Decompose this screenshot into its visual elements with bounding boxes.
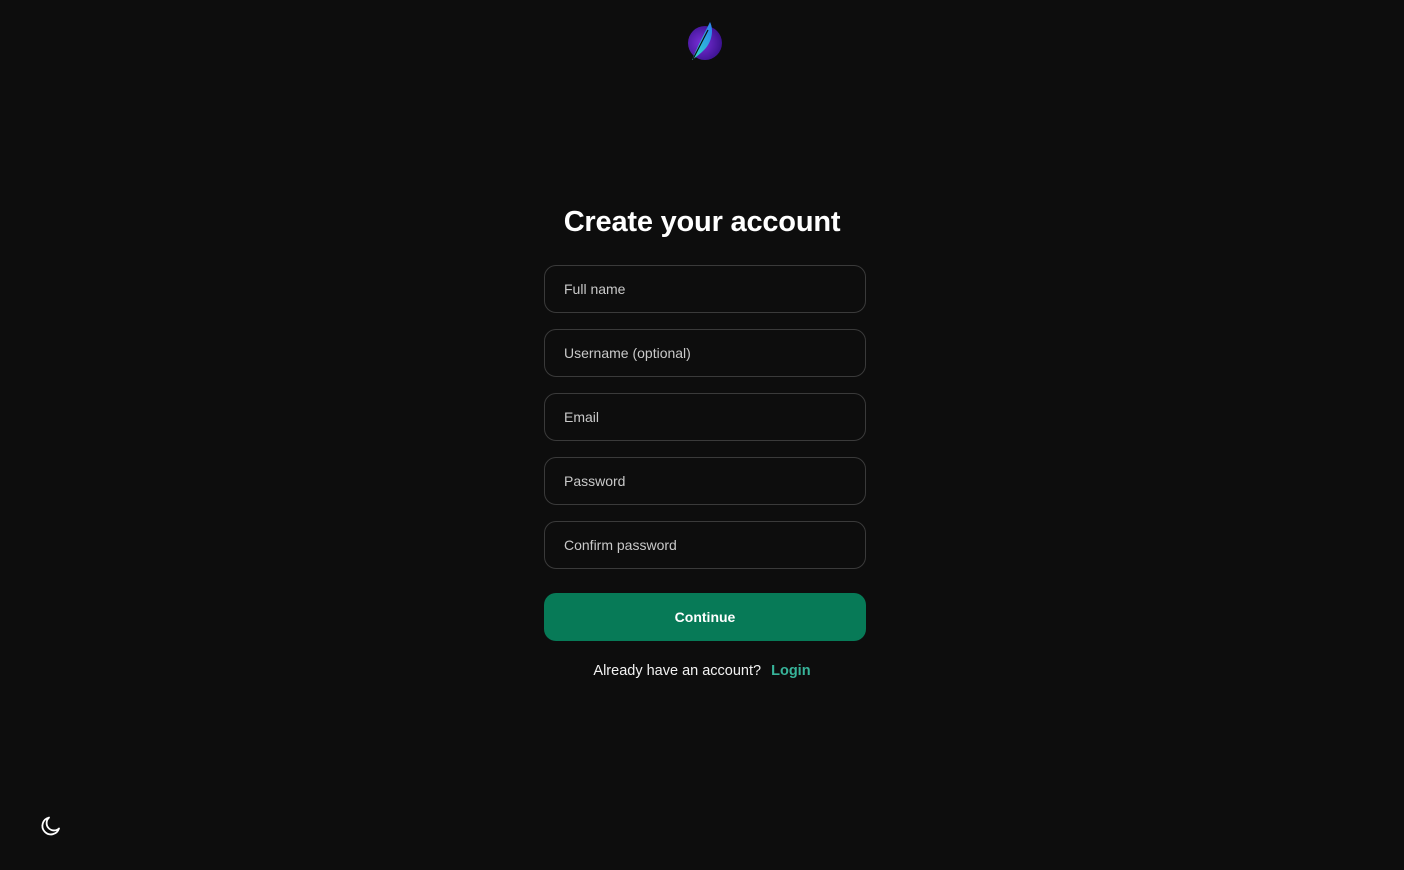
feather-logo-icon xyxy=(686,20,724,62)
theme-toggle-button[interactable] xyxy=(38,813,64,839)
continue-button[interactable]: Continue xyxy=(544,593,866,641)
confirm-password-input[interactable] xyxy=(544,521,866,569)
email-input[interactable] xyxy=(544,393,866,441)
full-name-input[interactable] xyxy=(544,265,866,313)
already-have-account-text: Already have an account? xyxy=(593,663,762,679)
page-title: Create your account xyxy=(563,206,841,238)
signup-form: Continue xyxy=(544,265,866,641)
login-link[interactable]: Login xyxy=(771,663,810,679)
signup-page: Create your account Continue Already hav… xyxy=(0,0,1404,870)
username-input[interactable] xyxy=(544,329,866,377)
login-prompt: Already have an account? Login xyxy=(0,661,1404,681)
password-input[interactable] xyxy=(544,457,866,505)
moon-icon xyxy=(41,816,60,836)
